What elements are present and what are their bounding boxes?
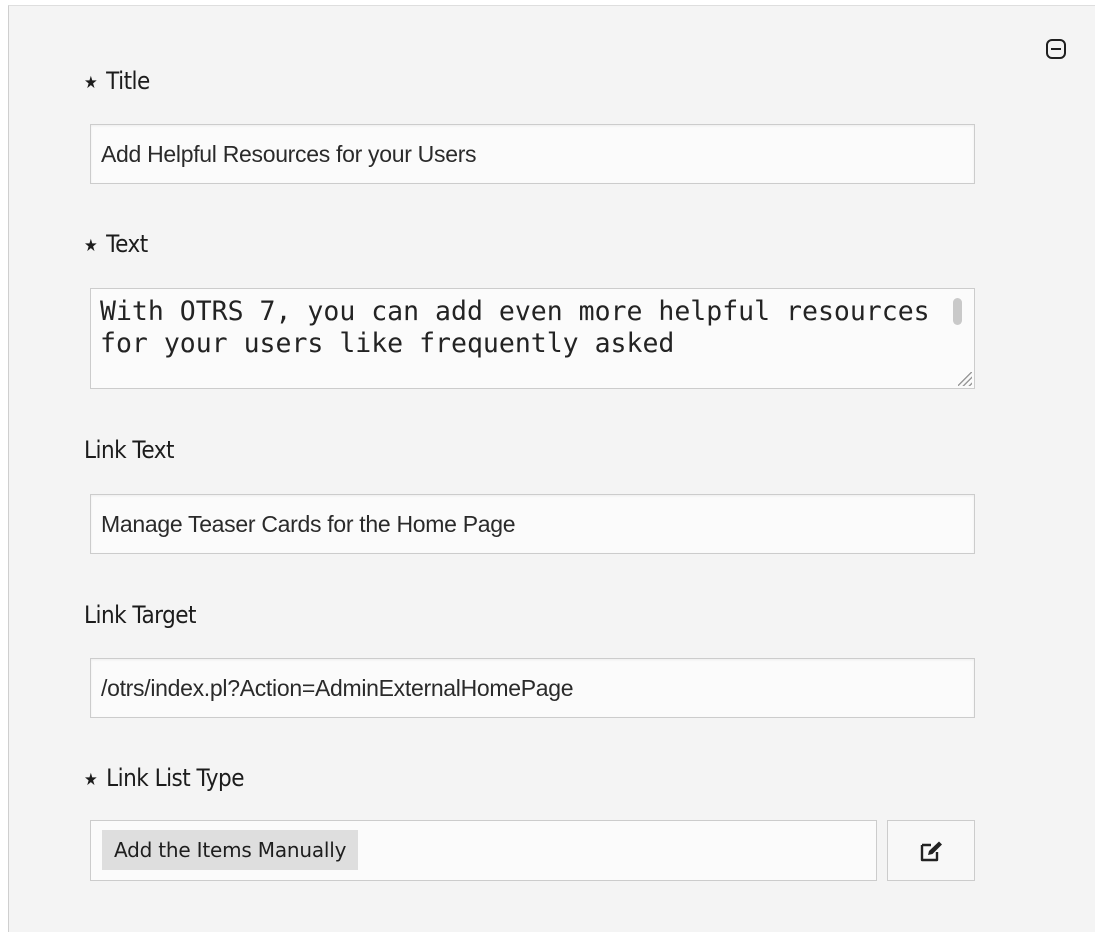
link-text-input[interactable]: Manage Teaser Cards for the Home Page xyxy=(90,494,975,554)
required-star-icon: ★ xyxy=(84,73,98,93)
required-star-icon: ★ xyxy=(84,770,98,790)
text-label-text: Text xyxy=(106,230,148,258)
resize-handle-icon[interactable] xyxy=(958,372,972,386)
text-label: ★ Text xyxy=(84,229,148,262)
title-label: ★ Title xyxy=(84,66,150,99)
edit-icon xyxy=(920,841,942,862)
edit-button[interactable] xyxy=(887,820,975,881)
link-list-type-label-text: Link List Type xyxy=(106,764,244,792)
textarea-scrollbar[interactable] xyxy=(953,298,962,325)
link-list-type-label: ★ Link List Type xyxy=(84,763,245,796)
required-star-icon: ★ xyxy=(84,236,98,256)
minus-bar xyxy=(1051,48,1061,50)
link-target-input[interactable]: /otrs/index.pl?Action=AdminExternalHomeP… xyxy=(90,658,975,718)
text-textarea[interactable]: With OTRS 7, you can add even more helpf… xyxy=(90,288,975,389)
link-target-label: Link Target xyxy=(84,601,197,629)
collapse-icon[interactable] xyxy=(1046,39,1066,59)
link-text-label: Link Text xyxy=(84,436,174,464)
title-label-text: Title xyxy=(106,67,150,95)
title-input[interactable]: Add Helpful Resources for your Users xyxy=(90,124,975,184)
link-list-type-selected-value[interactable]: Add the Items Manually xyxy=(102,830,359,870)
